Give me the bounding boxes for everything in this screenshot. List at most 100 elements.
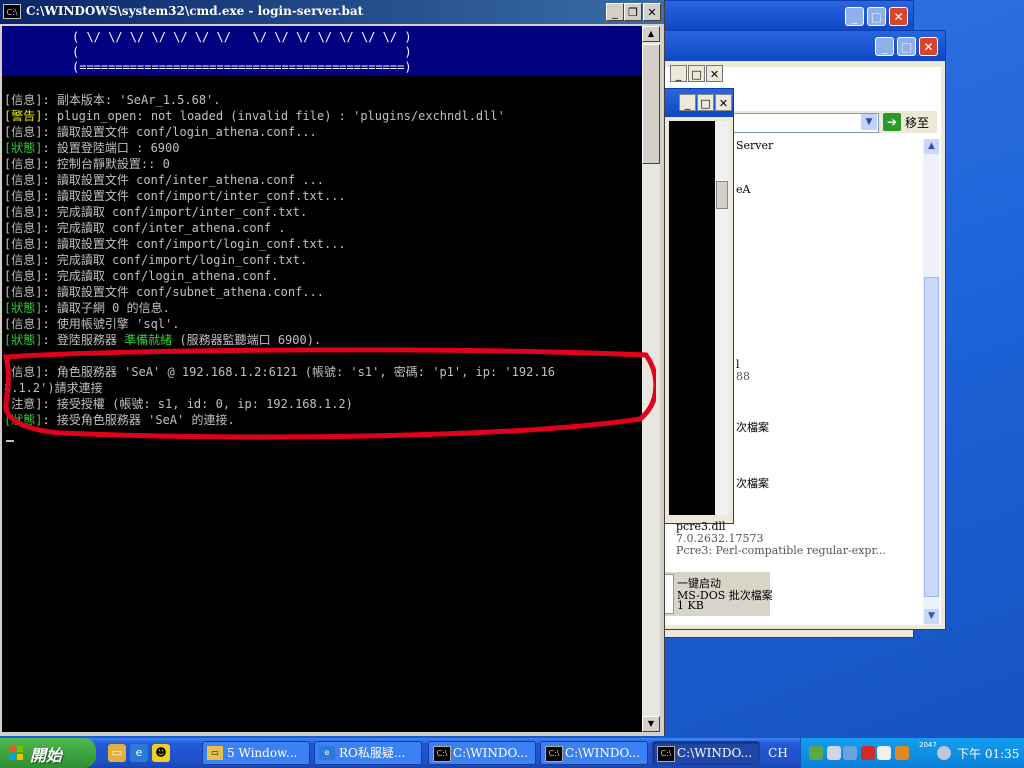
minimize-button[interactable]: _ <box>606 3 624 21</box>
scroll-down-icon[interactable]: ▼ <box>924 609 939 624</box>
console-line: [狀態]: 接受角色服務器 'SeA' 的連接. <box>4 412 235 428</box>
log-message: : 讀取設置文件 conf/inter_athena.conf ... <box>42 173 324 187</box>
chevron-down-icon[interactable]: ▼ <box>861 114 877 130</box>
maximize-button[interactable]: □ <box>867 7 886 26</box>
taskbar-button[interactable]: e RO私服疑... <box>314 741 422 765</box>
minimize-button[interactable]: _ <box>875 37 894 56</box>
taskbar-button[interactable]: ▭ 5 Window... <box>202 741 310 765</box>
cmd-icon[interactable]: C:\ <box>3 4 21 19</box>
taskbar-button-active[interactable]: C:\ C:\WINDO... <box>652 741 760 765</box>
tray-app-icon[interactable] <box>937 746 951 760</box>
maximize-button[interactable]: □ <box>697 94 714 111</box>
log-message: : plugin_open: not loaded (invalid file)… <box>42 109 505 123</box>
network-icon[interactable] <box>843 746 857 760</box>
log-level-tag: [狀態] <box>4 301 43 315</box>
small-console-scrollbar[interactable] <box>715 121 729 515</box>
log-level-tag: [信息] <box>4 221 43 235</box>
minimize-button[interactable]: _ <box>670 65 687 82</box>
tray-app-icon[interactable] <box>827 746 841 760</box>
text-cursor <box>6 440 14 442</box>
console-line: [警告]: plugin_open: not loaded (invalid f… <box>4 108 505 124</box>
log-level-tag: [信息] <box>4 157 43 171</box>
log-message: : 讀取設置文件 conf/login_athena.conf... <box>42 125 317 139</box>
banner-line: ( \/ \/ \/ \/ \/ \/ \/ \/ \/ \/ \/ \/ \/… <box>72 30 412 44</box>
log-message: : 讀取設置文件 conf/import/inter_conf.txt... <box>42 189 346 203</box>
taskbar-button[interactable]: C:\ C:\WINDO... <box>540 741 648 765</box>
log-message: : 讀取設置文件 conf/import/login_conf.txt... <box>42 237 346 251</box>
list-item-text: eA <box>736 183 751 196</box>
start-button[interactable]: 開始 <box>0 738 96 768</box>
close-button[interactable]: ✕ <box>706 65 723 82</box>
file-description: Pcre3: Perl-compatible regular-expr... <box>676 544 886 557</box>
system-tray: 2047 下午 01:35 <box>800 738 1024 768</box>
scroll-up-icon[interactable]: ▲ <box>642 26 660 42</box>
qq-icon[interactable]: ☻ <box>152 744 170 762</box>
tray-app-icon[interactable] <box>809 746 823 760</box>
scrollbar-thumb[interactable] <box>924 277 939 597</box>
scroll-down-icon[interactable]: ▼ <box>642 716 660 732</box>
address-input[interactable] <box>725 113 879 133</box>
volume-icon[interactable] <box>877 746 891 760</box>
log-level-tag: [信息] <box>4 285 43 299</box>
scrollbar-thumb[interactable] <box>716 181 728 209</box>
minimize-button[interactable]: _ <box>845 7 864 26</box>
cmd-titlebar[interactable]: C:\ C:\WINDOWS\system32\cmd.exe - login-… <box>0 0 664 24</box>
list-item-text: Server <box>736 139 774 152</box>
console-line: [狀態]: 登陸服務器 準備就緒 (服務器監聽端口 6900). <box>4 332 321 348</box>
console-line: [信息]: 完成讀取 conf/inter_athena.conf . <box>4 220 286 236</box>
log-level-tag: [狀態] <box>4 413 43 427</box>
console-line: [信息]: 讀取設置文件 conf/inter_athena.conf ... <box>4 172 324 188</box>
close-button[interactable]: ✕ <box>919 37 938 56</box>
log-message: 8.1.2')請求連接 <box>4 381 103 395</box>
minimize-button[interactable]: _ <box>679 94 696 111</box>
taskbar-button[interactable]: C:\ C:\WINDO... <box>428 741 536 765</box>
cmd-window[interactable]: C:\ C:\WINDOWS\system32\cmd.exe - login-… <box>0 0 665 736</box>
restore-button[interactable]: ❐ <box>624 3 642 21</box>
scrollbar-thumb[interactable] <box>642 44 660 164</box>
console-line: [信息]: 使用帳號引擎 'sql'. <box>4 316 179 332</box>
console-scrollbar[interactable]: ▲ ▼ <box>642 26 660 732</box>
maximize-button[interactable]: □ <box>688 65 705 82</box>
taskbar-button-label: C:\WINDO... <box>677 746 753 760</box>
list-item-text: 88 <box>736 370 750 383</box>
log-level-tag: [信息] <box>4 189 43 203</box>
taskbar-button-label: C:\WINDO... <box>565 746 641 760</box>
console-line: [信息]: 讀取設置文件 conf/import/inter_conf.txt.… <box>4 188 346 204</box>
console-output[interactable]: ( \/ \/ \/ \/ \/ \/ \/ \/ \/ \/ \/ \/ \/… <box>2 26 642 732</box>
log-message: : 控制台靜默設置:: 0 <box>42 157 170 171</box>
console-line: [信息]: 副本版本: 'SeAr_1.5.68'. <box>4 92 221 108</box>
log-level-tag: [注意] <box>4 397 43 411</box>
log-level-tag: [信息] <box>4 125 43 139</box>
log-message: : 接受角色服務器 'SeA' 的連接. <box>42 413 235 427</box>
scroll-up-icon[interactable]: ▲ <box>924 139 939 154</box>
close-button[interactable]: ✕ <box>715 94 732 111</box>
go-button-label[interactable]: 移至 <box>905 114 929 131</box>
tray-app-icon[interactable] <box>895 746 909 760</box>
explorer-scrollbar[interactable]: ▲ ▼ <box>923 139 940 625</box>
ie-icon[interactable]: e <box>130 744 148 762</box>
taskbar-button-label: C:\WINDO... <box>453 746 529 760</box>
window-title: C:\WINDOWS\system32\cmd.exe - login-serv… <box>26 4 364 18</box>
close-button[interactable]: ✕ <box>643 3 661 21</box>
console-line: [信息]: 完成讀取 conf/import/login_conf.txt. <box>4 252 307 268</box>
console-line: [信息]: 完成讀取 conf/import/inter_conf.txt. <box>4 204 307 220</box>
go-arrow-icon[interactable]: ➔ <box>883 113 901 131</box>
close-button[interactable]: ✕ <box>889 7 908 26</box>
language-indicator[interactable]: CH <box>766 743 790 763</box>
small-console-window[interactable]: _ □ ✕ <box>664 88 734 524</box>
clock[interactable]: 下午 01:35 <box>957 745 1019 762</box>
folder-group-icon: ▭ <box>207 746 223 760</box>
console-line: [信息]: 讀取設置文件 conf/import/login_conf.txt.… <box>4 236 346 252</box>
log-level-tag: [信息] <box>4 365 43 379</box>
log-message: : 副本版本: 'SeAr_1.5.68'. <box>42 93 221 107</box>
log-level-tag: [信息] <box>4 93 43 107</box>
console-line: [信息]: 完成讀取 conf/login_athena.conf. <box>4 268 278 284</box>
security-shield-icon[interactable] <box>861 746 875 760</box>
folder-icon[interactable]: ▭ <box>108 744 126 762</box>
log-level-tag: [信息] <box>4 173 43 187</box>
log-message: : 完成讀取 conf/import/login_conf.txt. <box>42 253 308 267</box>
maximize-button[interactable]: □ <box>897 37 916 56</box>
batch-file-icon <box>664 574 674 614</box>
log-level-tag: [狀態] <box>4 141 43 155</box>
log-message: : 完成讀取 conf/import/inter_conf.txt. <box>42 205 308 219</box>
